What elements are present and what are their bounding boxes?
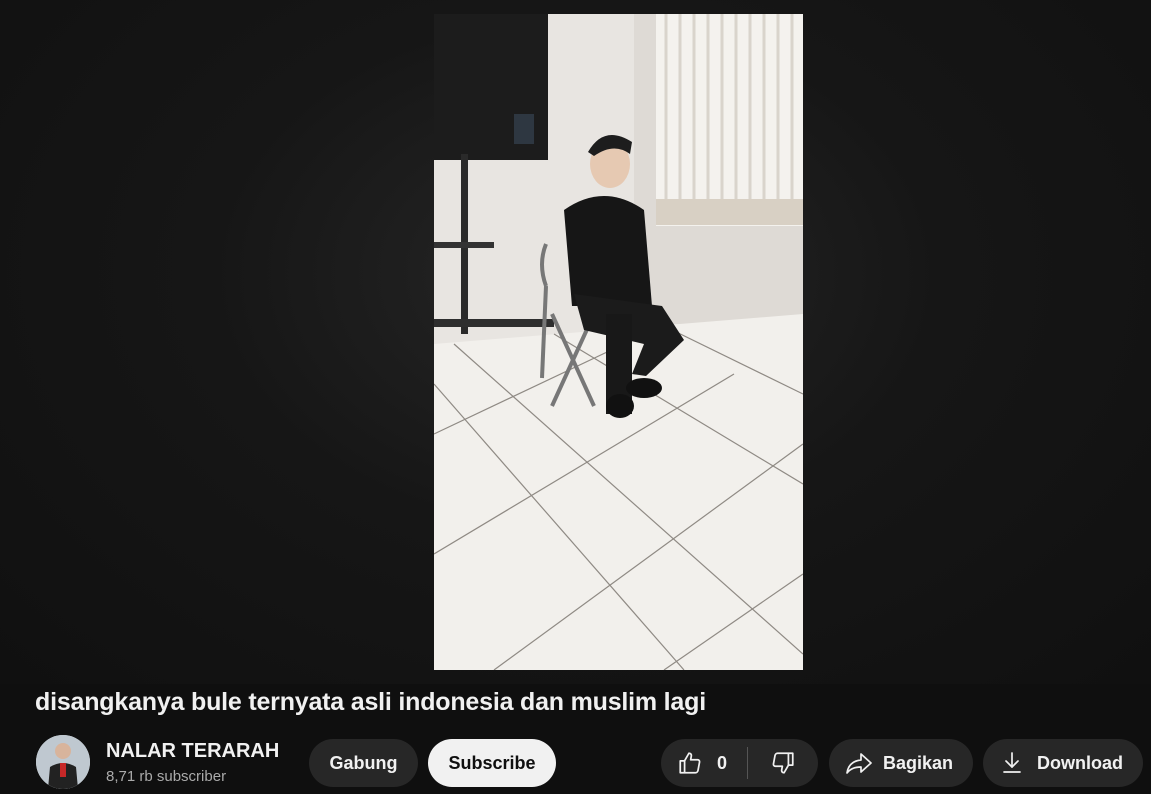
share-label: Bagikan	[883, 752, 954, 773]
like-count: 0	[717, 752, 728, 773]
video-frame[interactable]	[434, 14, 803, 670]
channel-name[interactable]: NALAR TERARAH	[106, 740, 279, 763]
channel-avatar[interactable]	[36, 735, 90, 789]
join-button[interactable]: Gabung	[309, 739, 418, 787]
thumbs-down-icon	[770, 750, 796, 776]
thumbs-up-icon	[677, 750, 703, 776]
download-label: Download	[1037, 752, 1123, 773]
download-button[interactable]: Download	[983, 739, 1143, 787]
video-title: disangkanya bule ternyata asli indonesia…	[35, 688, 706, 716]
dislike-button[interactable]	[748, 739, 818, 787]
share-button[interactable]: Bagikan	[829, 739, 973, 787]
like-dislike-group: 0	[661, 739, 818, 787]
download-icon	[1001, 751, 1023, 775]
subscribe-button[interactable]: Subscribe	[428, 739, 556, 787]
subscriber-count: 8,71 rb subscriber	[106, 768, 227, 785]
like-button[interactable]: 0	[661, 739, 747, 787]
share-arrow-icon	[845, 751, 873, 775]
